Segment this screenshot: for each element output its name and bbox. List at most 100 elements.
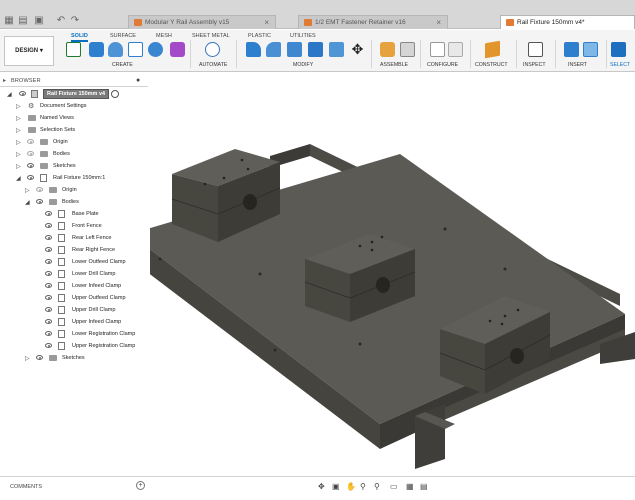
expand-arrow-icon[interactable]: ▷ [16, 103, 22, 110]
new-component-icon[interactable] [380, 42, 395, 57]
tree-item-component[interactable]: ◢ Rail Fixture 150mm:1 [0, 173, 150, 184]
tab-modular-y-rail[interactable]: Modular Y Rail Assembly v15 × [128, 15, 276, 29]
offset-plane-icon[interactable] [485, 40, 500, 59]
configure-table-icon[interactable] [430, 42, 445, 57]
visibility-eye-icon[interactable] [45, 295, 52, 300]
visibility-eye-icon[interactable] [19, 91, 26, 96]
tab-surface[interactable]: SURFACE [110, 33, 136, 39]
assemble-group-label[interactable]: ASSEMBLE [380, 62, 408, 68]
visibility-eye-icon[interactable] [45, 235, 52, 240]
redo-icon[interactable]: ↷ [68, 14, 82, 28]
collapse-icon[interactable]: ▸ [3, 77, 6, 84]
tree-item-bodies[interactable]: ▷ Bodies [0, 149, 150, 160]
insert-group-label[interactable]: INSERT [568, 62, 587, 68]
body-item[interactable]: Front Fence [0, 221, 150, 232]
visibility-eye-icon[interactable] [36, 199, 43, 204]
tree-item-selection-sets[interactable]: ▷ Selection Sets [0, 125, 150, 136]
add-comment-icon[interactable]: + [136, 481, 145, 490]
modify-group-label[interactable]: MODIFY [293, 62, 313, 68]
inspect-group-label[interactable]: INSPECT [523, 62, 545, 68]
select-icon[interactable] [611, 42, 626, 57]
expand-arrow-icon[interactable]: ◢ [7, 91, 13, 98]
automate-icon[interactable] [205, 42, 220, 57]
tab-plastic[interactable]: PLASTIC [248, 33, 271, 39]
tree-item-document-settings[interactable]: ▷ ⚙ Document Settings [0, 101, 150, 112]
tree-item-origin[interactable]: ▷ Origin [0, 137, 150, 148]
activate-radio-icon[interactable] [111, 90, 119, 98]
configure-group-label[interactable]: CONFIGURE [427, 62, 458, 68]
hole-icon[interactable] [128, 42, 143, 57]
press-pull-icon[interactable] [246, 42, 261, 57]
expand-arrow-icon[interactable]: ◢ [25, 199, 31, 206]
viewports-icon[interactable]: ▤ [420, 482, 428, 491]
look-at-icon[interactable]: ▣ [332, 482, 340, 491]
pin-icon[interactable]: ● [136, 77, 140, 84]
tree-item-component-sketches[interactable]: ▷ Sketches [0, 353, 150, 364]
create-sketch-icon[interactable] [66, 42, 81, 57]
tree-item-component-bodies[interactable]: ◢ Bodies [0, 197, 150, 208]
visibility-eye-icon[interactable] [45, 307, 52, 312]
grid-settings-icon[interactable]: ▦ [406, 482, 414, 491]
visibility-eye-icon[interactable] [36, 187, 43, 192]
visibility-eye-icon[interactable] [45, 223, 52, 228]
insert-icon[interactable] [564, 42, 579, 57]
create-form-icon[interactable] [170, 42, 185, 57]
tree-item-named-views[interactable]: ▷ Named Views [0, 113, 150, 124]
body-item[interactable]: Lower Drill Clamp [0, 269, 150, 280]
close-icon[interactable]: × [264, 18, 269, 27]
tree-root[interactable]: ◢ Rail Fixture 150mm v4 [0, 89, 150, 100]
undo-icon[interactable]: ↶ [54, 14, 68, 28]
tab-rail-fixture[interactable]: Rail Fixture 150mm v4* [500, 15, 635, 29]
fillet-icon[interactable] [266, 42, 281, 57]
revolve-icon[interactable] [108, 42, 123, 57]
3d-viewport[interactable] [150, 74, 635, 474]
body-item[interactable]: Rear Left Fence [0, 233, 150, 244]
visibility-eye-icon[interactable] [45, 331, 52, 336]
measure-icon[interactable] [528, 42, 543, 57]
expand-arrow-icon[interactable]: ▷ [16, 139, 22, 146]
pan-icon[interactable]: ✋ [346, 482, 356, 491]
apps-grid-icon[interactable]: ▦ [2, 14, 16, 28]
fit-icon[interactable]: ⚲ [374, 482, 380, 491]
expand-arrow-icon[interactable]: ◢ [16, 175, 22, 182]
body-item[interactable]: Lower Infeed Clamp [0, 281, 150, 292]
body-item[interactable]: Rear Right Fence [0, 245, 150, 256]
automate-group-label[interactable]: AUTOMATE [199, 62, 227, 68]
expand-arrow-icon[interactable]: ▷ [16, 151, 22, 158]
visibility-eye-icon[interactable] [27, 175, 34, 180]
expand-arrow-icon[interactable]: ▷ [25, 187, 31, 194]
workspace-switcher-button[interactable]: DESIGN ▾ [4, 36, 54, 66]
display-settings-icon[interactable]: ▭ [390, 482, 398, 491]
create-group-label[interactable]: CREATE [112, 62, 133, 68]
visibility-eye-icon[interactable] [45, 283, 52, 288]
tab-solid[interactable]: SOLID [71, 33, 88, 42]
tree-item-sketches[interactable]: ▷ Sketches [0, 161, 150, 172]
tree-item-component-origin[interactable]: ▷ Origin [0, 185, 150, 196]
body-item[interactable]: Upper Registration Clamp [0, 341, 150, 352]
file-menu-icon[interactable]: ▤ [16, 14, 30, 28]
joint-icon[interactable] [400, 42, 415, 57]
pattern-icon[interactable] [148, 42, 163, 57]
visibility-eye-icon[interactable] [27, 163, 34, 168]
body-item[interactable]: Upper Drill Clamp [0, 305, 150, 316]
move-copy-icon[interactable]: ✥ [350, 42, 365, 57]
construct-group-label[interactable]: CONSTRUCT [475, 62, 508, 68]
combine-icon[interactable] [329, 42, 344, 57]
close-icon[interactable]: × [436, 18, 441, 27]
expand-arrow-icon[interactable]: ▷ [25, 355, 31, 362]
chamfer-icon[interactable] [287, 42, 302, 57]
visibility-eye-icon[interactable] [45, 259, 52, 264]
body-item[interactable]: Upper Outfeed Clamp [0, 293, 150, 304]
visibility-eye-icon[interactable] [36, 355, 43, 360]
tab-sheet-metal[interactable]: SHEET METAL [192, 33, 230, 39]
visibility-eye-icon[interactable] [45, 271, 52, 276]
expand-arrow-icon[interactable]: ▷ [16, 163, 22, 170]
visibility-eye-icon[interactable] [27, 151, 34, 156]
expand-arrow-icon[interactable]: ▷ [16, 115, 22, 122]
visibility-eye-icon[interactable] [45, 211, 52, 216]
tab-emt-fastener[interactable]: 1/2 EMT Fastener Retainer v16 × [298, 15, 448, 29]
comments-label[interactable]: COMMENTS [10, 484, 42, 490]
body-item[interactable]: Upper Infeed Clamp [0, 317, 150, 328]
zoom-icon[interactable]: ⚲ [360, 482, 366, 491]
body-item[interactable]: Base Plate [0, 209, 150, 220]
